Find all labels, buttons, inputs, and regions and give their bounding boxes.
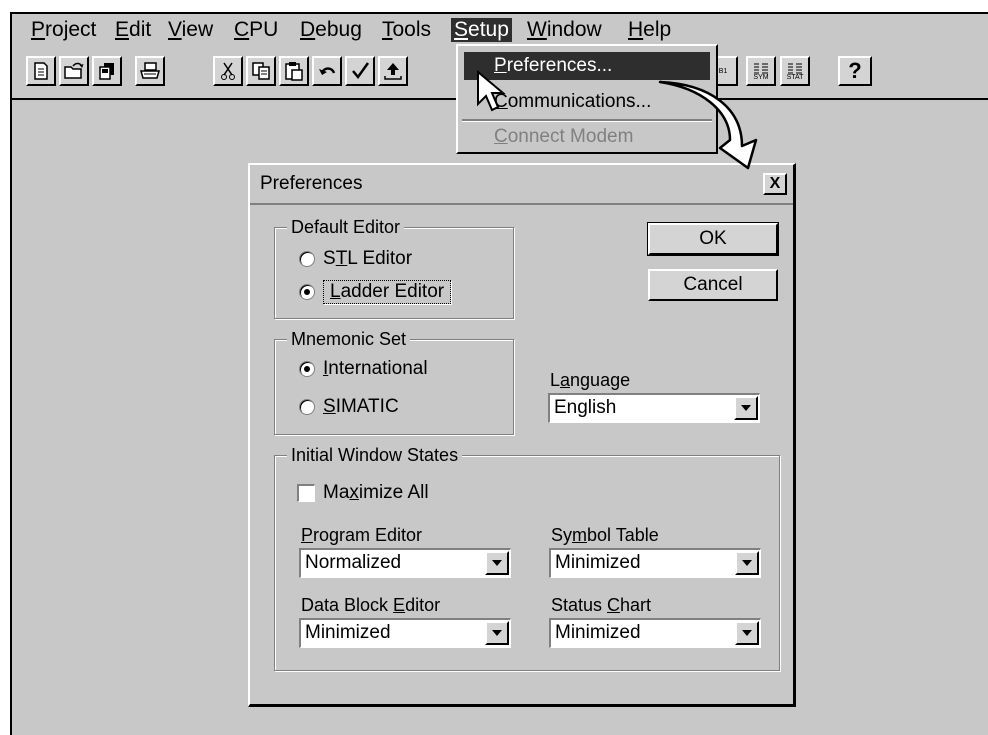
menu-help[interactable]: Help <box>625 18 674 42</box>
default-editor-group: Default Editor STL Editor Ladder Editor <box>274 216 514 319</box>
upload-icon[interactable] <box>378 56 408 86</box>
menu-item-communications[interactable]: Communications... <box>464 88 710 116</box>
setup-menu: Preferences... Communications... Connect… <box>456 44 718 154</box>
compile-icon[interactable] <box>345 56 375 86</box>
new-icon[interactable] <box>26 56 56 86</box>
menu-window[interactable]: Window <box>524 18 605 42</box>
menu-edit[interactable]: Edit <box>112 18 154 42</box>
print-icon[interactable] <box>135 56 165 86</box>
status-chart-label: Status Chart <box>551 595 652 615</box>
chevron-down-icon[interactable] <box>735 551 759 575</box>
paste-icon[interactable] <box>279 56 309 86</box>
menu-cpu[interactable]: CPU <box>231 18 281 42</box>
radio-button[interactable] <box>299 399 315 415</box>
international-radio[interactable]: International <box>299 358 428 380</box>
program-editor-select[interactable]: Normalized <box>299 548 511 578</box>
close-icon[interactable]: X <box>763 173 787 195</box>
menu-setup[interactable]: Setup <box>451 18 512 42</box>
cancel-button[interactable]: Cancel <box>648 269 778 301</box>
mnemonic-set-label: Mnemonic Set <box>287 328 411 350</box>
radio-button-selected[interactable] <box>299 284 315 300</box>
menu-separator <box>462 119 712 122</box>
default-editor-label: Default Editor <box>287 216 405 238</box>
symbol-table-select[interactable]: Minimized <box>549 548 761 578</box>
menu-bar: Project Edit View CPU Debug Tools Setup … <box>12 14 988 46</box>
program-editor-label: Program Editor <box>301 525 423 545</box>
open-icon[interactable] <box>59 56 89 86</box>
language-label: Language <box>550 370 631 390</box>
symbol-table-label: Symbol Table <box>551 525 659 545</box>
menu-project[interactable]: Project <box>28 18 99 42</box>
copy-icon[interactable] <box>246 56 276 86</box>
stl-editor-radio[interactable]: STL Editor <box>299 248 412 270</box>
help-icon[interactable]: ? <box>838 56 872 86</box>
menu-item-preferences[interactable]: Preferences... <box>464 52 710 80</box>
data-block-editor-select[interactable]: Minimized <box>299 618 511 648</box>
chevron-down-icon[interactable] <box>485 551 509 575</box>
status-chart-select[interactable]: Minimized <box>549 618 761 648</box>
cut-icon[interactable] <box>213 56 243 86</box>
initial-window-states-group: Initial Window States Maximize All Progr… <box>274 444 780 671</box>
simatic-radio[interactable]: S IMATIC <box>299 396 399 418</box>
maximize-all-checkbox[interactable] <box>297 484 315 502</box>
dialog-title: Preferences <box>260 173 363 194</box>
maximize-all-label: Maximize All <box>323 482 429 503</box>
menu-view[interactable]: View <box>165 18 216 42</box>
radio-button-selected[interactable] <box>299 361 315 377</box>
undo-icon[interactable] <box>312 56 342 86</box>
copy-project-icon[interactable] <box>92 56 122 86</box>
data-block-editor-label: Data Block Editor <box>301 595 441 615</box>
menu-debug[interactable]: Debug <box>297 18 365 42</box>
menu-item-connect-modem[interactable]: Connect Modem <box>464 123 710 151</box>
mnemonic-set-group: Mnemonic Set International S IMATIC <box>274 328 514 435</box>
chevron-down-icon[interactable] <box>734 396 758 420</box>
preferences-dialog: Preferences X Default Editor STL Editor … <box>248 163 796 707</box>
chevron-down-icon[interactable] <box>735 621 759 645</box>
title-divider <box>250 203 793 205</box>
symbol-table-icon[interactable]: SYM <box>746 56 776 86</box>
language-select[interactable]: English <box>548 393 760 423</box>
ladder-editor-radio[interactable]: Ladder Editor <box>299 280 452 304</box>
menu-tools[interactable]: Tools <box>379 18 434 42</box>
status-chart-icon[interactable]: STAT <box>780 56 810 86</box>
ok-button[interactable]: OK <box>647 222 779 256</box>
initial-window-states-label: Initial Window States <box>287 444 463 466</box>
radio-button[interactable] <box>299 251 315 267</box>
chevron-down-icon[interactable] <box>485 621 509 645</box>
